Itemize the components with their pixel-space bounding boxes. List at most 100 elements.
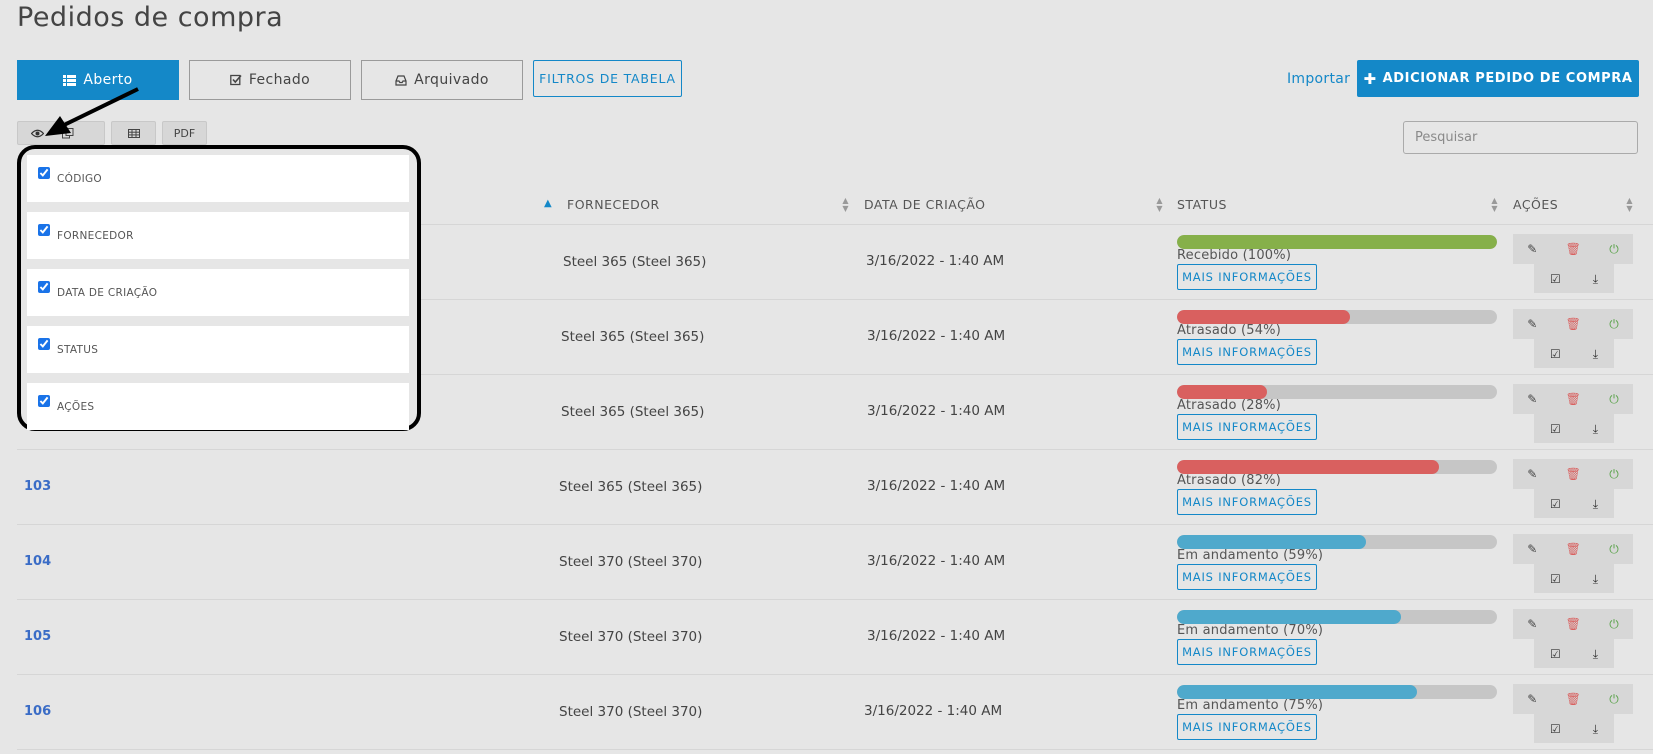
column-option-label: AÇÕES [57,401,95,413]
column-header-supplier[interactable]: FORNECEDOR [567,197,660,212]
export-excel-button[interactable] [111,121,156,145]
download-icon[interactable]: ⤓ [1593,423,1598,435]
column-visibility-button[interactable] [17,121,105,145]
trash-icon[interactable]: 🗑 [1566,318,1581,330]
sort-icon[interactable]: ▲ ▼ [841,197,850,213]
check-square-icon[interactable]: ☑ [1550,273,1561,285]
sort-asc-icon[interactable]: ▲ [544,198,552,209]
check-square-icon[interactable]: ☑ [1550,423,1561,435]
check-square-icon[interactable]: ☑ [1550,348,1561,360]
power-icon[interactable]: ⏻ [1609,618,1619,630]
sort-icon[interactable]: ▲ ▼ [1490,197,1499,213]
edit-icon[interactable]: ✎ [1527,393,1537,405]
column-option[interactable]: AÇÕES [27,383,409,430]
check-square-icon[interactable]: ☑ [1550,573,1561,585]
check-square-icon[interactable]: ☑ [1550,723,1561,735]
check-square-icon[interactable]: ☑ [1550,498,1561,510]
power-icon[interactable]: ⏻ [1609,318,1619,330]
status-text: Em andamento (75%) [1177,698,1324,713]
more-info-button[interactable]: MAIS INFORMAÇÕES [1177,714,1317,740]
edit-icon[interactable]: ✎ [1527,318,1537,330]
power-icon[interactable]: ⏻ [1609,693,1619,705]
supplier-cell: Steel 365 (Steel 365) [563,253,707,270]
power-icon[interactable]: ⏻ [1609,543,1619,555]
column-option[interactable]: FORNECEDOR [27,212,409,259]
column-option-label: FORNECEDOR [57,230,134,242]
column-option-label: STATUS [57,344,99,356]
power-icon[interactable]: ⏻ [1609,468,1619,480]
sort-icon[interactable]: ▲ ▼ [1625,197,1634,213]
trash-icon[interactable]: 🗑 [1566,468,1581,480]
download-icon[interactable]: ⤓ [1593,648,1598,660]
column-option-checkbox[interactable] [38,338,50,350]
order-code-link[interactable]: 104 [24,554,51,569]
search-input[interactable] [1403,121,1638,154]
created-date-cell: 3/16/2022 - 1:40 AM [864,702,1003,719]
status-progress-bar [1177,460,1497,474]
column-option[interactable]: CÓDIGO [27,155,409,202]
more-info-label: MAIS INFORMAÇÕES [1182,270,1312,284]
export-pdf-label: PDF [173,126,196,140]
edit-icon[interactable]: ✎ [1527,618,1537,630]
trash-icon[interactable]: 🗑 [1566,243,1581,255]
download-icon[interactable]: ⤓ [1593,273,1598,285]
download-icon[interactable]: ⤓ [1593,573,1598,585]
column-option-checkbox[interactable] [38,395,50,407]
created-date-cell: 3/16/2022 - 1:40 AM [867,627,1006,644]
row-actions-secondary: ☑ ⤓ [1534,564,1614,593]
more-info-button[interactable]: MAIS INFORMAÇÕES [1177,414,1317,440]
download-icon[interactable]: ⤓ [1593,723,1598,735]
column-option-checkbox[interactable] [38,167,50,179]
supplier-cell: Steel 370 (Steel 370) [559,703,703,720]
edit-icon[interactable]: ✎ [1527,243,1537,255]
copy-icon[interactable] [62,127,74,139]
export-pdf-button[interactable]: PDF [162,121,207,145]
more-info-label: MAIS INFORMAÇÕES [1182,420,1312,434]
tab-open[interactable]: Aberto [17,60,179,100]
created-date-cell: 3/16/2022 - 1:40 AM [867,327,1006,344]
order-code-link[interactable]: 105 [24,629,51,644]
edit-icon[interactable]: ✎ [1527,543,1537,555]
column-option[interactable]: DATA DE CRIAÇÃO [27,269,409,316]
more-info-button[interactable]: MAIS INFORMAÇÕES [1177,639,1317,665]
trash-icon[interactable]: 🗑 [1566,543,1581,555]
list-icon [63,74,77,86]
trash-icon[interactable]: 🗑 [1566,618,1581,630]
column-option[interactable]: STATUS [27,326,409,373]
table-filters-button[interactable]: FILTROS DE TABELA [533,60,682,97]
status-progress-fill [1177,235,1497,249]
row-actions-secondary: ☑ ⤓ [1534,489,1614,518]
tab-closed-label: Fechado [248,72,311,88]
check-square-icon[interactable]: ☑ [1550,648,1561,660]
order-code-link[interactable]: 106 [24,704,51,719]
supplier-cell: Steel 370 (Steel 370) [559,628,703,645]
more-info-button[interactable]: MAIS INFORMAÇÕES [1177,564,1317,590]
tab-archived[interactable]: Arquivado [361,60,523,100]
status-progress-bar [1177,385,1497,399]
more-info-button[interactable]: MAIS INFORMAÇÕES [1177,339,1317,365]
more-info-label: MAIS INFORMAÇÕES [1182,645,1312,659]
column-header-actions[interactable]: AÇÕES [1513,197,1558,212]
column-header-created[interactable]: DATA DE CRIAÇÃO [864,197,986,212]
import-link[interactable]: Importar [1287,71,1350,87]
trash-icon[interactable]: 🗑 [1566,393,1581,405]
edit-icon[interactable]: ✎ [1527,693,1537,705]
more-info-button[interactable]: MAIS INFORMAÇÕES [1177,489,1317,515]
power-icon[interactable]: ⏻ [1609,243,1619,255]
sort-icon[interactable]: ▲ ▼ [1155,197,1164,213]
status-text: Atrasado (54%) [1177,323,1281,338]
column-header-status[interactable]: STATUS [1177,197,1227,212]
more-info-button[interactable]: MAIS INFORMAÇÕES [1177,264,1317,290]
edit-icon[interactable]: ✎ [1527,468,1537,480]
trash-icon[interactable]: 🗑 [1566,693,1581,705]
tab-closed[interactable]: Fechado [189,60,351,100]
row-divider [17,449,1653,450]
order-code-link[interactable]: 103 [24,479,51,494]
column-option-checkbox[interactable] [38,281,50,293]
add-purchase-order-button[interactable]: ✚ ADICIONAR PEDIDO DE COMPRA [1357,60,1639,97]
row-actions-secondary: ☑ ⤓ [1534,264,1614,293]
power-icon[interactable]: ⏻ [1609,393,1619,405]
column-option-checkbox[interactable] [38,224,50,236]
download-icon[interactable]: ⤓ [1593,348,1598,360]
download-icon[interactable]: ⤓ [1593,498,1598,510]
